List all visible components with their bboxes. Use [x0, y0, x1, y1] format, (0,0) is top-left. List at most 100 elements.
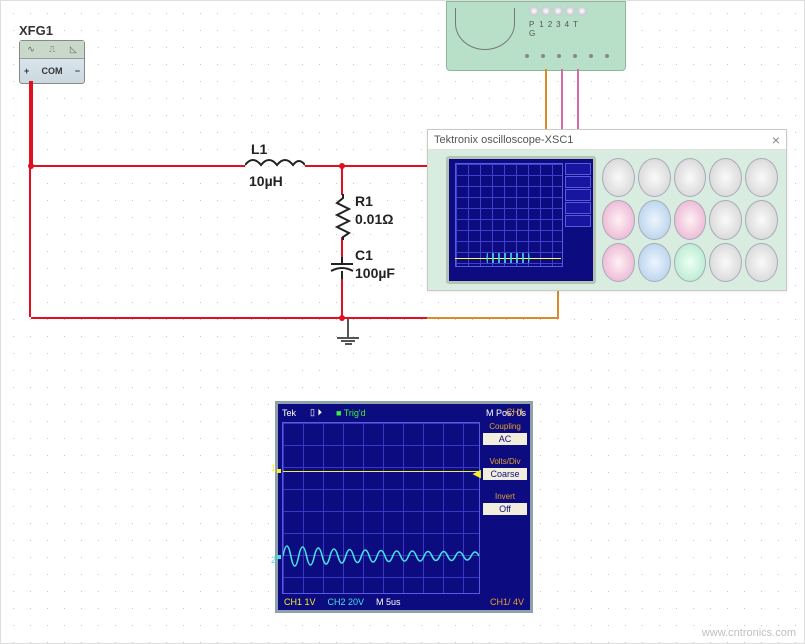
ch2-scale: CH2 20V [328, 597, 365, 607]
l1-value: 10µH [249, 173, 283, 189]
wire [305, 165, 433, 167]
pg-label: PG [529, 20, 535, 38]
scope-plot-area: 1 2 ◀ [282, 422, 480, 594]
knob-icon [709, 158, 742, 197]
plug-icon [557, 54, 561, 58]
c1-ref: C1 [355, 247, 373, 263]
ch3-num: 3 [556, 20, 560, 38]
probe-wire [427, 317, 559, 319]
knob-icon [602, 200, 635, 239]
close-icon[interactable]: × [772, 133, 780, 147]
ch1-num: 1 [539, 20, 543, 38]
ch2-index: 2 [271, 555, 276, 565]
knob-icon [709, 243, 742, 282]
knob-icon [577, 6, 587, 16]
resistor-r1 [335, 194, 351, 238]
xfg1-label: XFG1 [19, 23, 89, 38]
function-generator: XFG1 ∿⎍◺ + COM − [19, 23, 89, 84]
invert-label: Invert [483, 492, 527, 501]
ground-symbol [337, 319, 359, 345]
r1-value: 0.01Ω [355, 211, 393, 227]
knob-icon [565, 6, 575, 16]
scope-window-title: Tektronix oscilloscope-XSC1 [434, 134, 573, 146]
knob-icon [638, 200, 671, 239]
knob-icon [638, 158, 671, 197]
capacitor-c1 [327, 257, 357, 282]
timebase: M 5us [376, 597, 401, 607]
plug-icon [541, 54, 545, 58]
coupling-label: Coupling [483, 422, 527, 431]
knob-icon [745, 200, 778, 239]
watermark: www.cntronics.com [702, 627, 796, 639]
scope-grid [455, 163, 563, 267]
scope-top-panel: PG 1 2 3 4 T [446, 1, 626, 71]
trigd-label: ■ Trig'd [336, 408, 366, 418]
trig-level-icon: ◀ [473, 467, 481, 480]
scope-knobs [600, 156, 780, 284]
side-btn [565, 189, 591, 201]
voltsdiv-button[interactable]: Coarse [483, 468, 527, 480]
l1-ref: L1 [251, 141, 267, 157]
side-btn [565, 215, 591, 227]
plug-icon [589, 54, 593, 58]
knob-icon [674, 158, 707, 197]
scope-screen-big: Tek ▯ ⏵ ■ Trig'd M Pos: 0s CH1 1 2 ◀ Cou… [275, 401, 533, 613]
xfg1-body: ∿⎍◺ + COM − [19, 40, 85, 84]
ch4-num: 4 [565, 20, 569, 38]
plug-icon [573, 54, 577, 58]
knob-icon [709, 200, 742, 239]
scope-footer [453, 269, 589, 280]
knob-icon [602, 243, 635, 282]
scope-top-crtsilhouette [455, 8, 515, 50]
knob-icon [553, 6, 563, 16]
scope-screen-small [446, 156, 596, 284]
run-stop-icon: ▯ ⏵ [310, 407, 322, 418]
ch1-trace [283, 471, 479, 472]
wire [341, 165, 343, 195]
wire [31, 165, 245, 167]
top-right-channel: CH1 [506, 407, 524, 417]
wire [341, 237, 343, 259]
xfg1-waveforms: ∿⎍◺ [20, 41, 84, 59]
wire [31, 81, 33, 167]
invert-button[interactable]: Off [483, 503, 527, 515]
scope-footer: CH1 1V CH2 20V M 5us CH1/ 4V [282, 595, 526, 608]
coupling-button[interactable]: AC [483, 433, 527, 445]
xfg1-com: COM [42, 66, 63, 76]
xfg1-minus: − [75, 66, 80, 76]
ch1-scale: CH1 1V [284, 597, 316, 607]
wire [31, 317, 427, 319]
ch1-marker-icon [277, 469, 281, 473]
ch1-index: 1 [271, 463, 276, 473]
ch2-trace [455, 253, 561, 263]
node-icon [339, 163, 345, 169]
knob-icon [529, 6, 539, 16]
probe-wire [557, 291, 559, 319]
knob-icon [602, 158, 635, 197]
side-btn [565, 202, 591, 214]
xfg1-plus: + [24, 66, 29, 76]
scope-window: Tektronix oscilloscope-XSC1 × [427, 129, 787, 291]
scope-side-menu: Coupling AC Volts/Div Coarse Invert Off [483, 422, 527, 594]
knob-icon [674, 243, 707, 282]
knob-icon [745, 243, 778, 282]
side-btn [565, 176, 591, 188]
side-btn [565, 163, 591, 175]
knob-icon [541, 6, 551, 16]
voltsdiv-label: Volts/Div [483, 457, 527, 466]
knob-icon [674, 200, 707, 239]
probe-wire [577, 69, 579, 131]
plug-icon [525, 54, 529, 58]
plug-icon [605, 54, 609, 58]
ch2-num: 2 [548, 20, 552, 38]
wire [29, 81, 31, 317]
scope-body [428, 150, 786, 290]
ch2-marker-icon [277, 555, 281, 559]
trig-source: CH1/ 4V [490, 597, 524, 607]
t-label: T [573, 20, 578, 38]
ch2-trace [283, 533, 479, 579]
r1-ref: R1 [355, 193, 373, 209]
wire [341, 279, 343, 319]
node-icon [28, 163, 34, 169]
knob-icon [745, 158, 778, 197]
